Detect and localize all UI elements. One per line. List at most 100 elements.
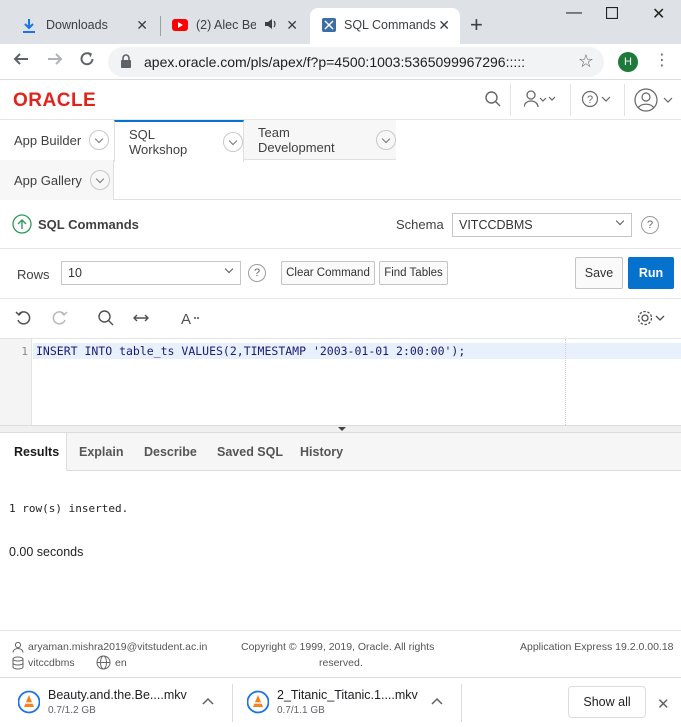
browser-tab-title: (2) Alec Ben (196, 18, 256, 32)
profile-avatar[interactable]: H (618, 52, 638, 72)
page-title: SQL Commands (38, 217, 139, 232)
schema-select[interactable]: VITCCDBMS (452, 213, 632, 237)
header-divider (510, 84, 511, 116)
download-progress: 0.7/1.1 GB (277, 705, 325, 716)
tab-team-development[interactable]: Team Development (244, 120, 396, 160)
apex-footer: aryaman.mishra2019@vitstudent.ac.in vitc… (0, 630, 681, 676)
tab-explain[interactable]: Explain (79, 433, 123, 471)
expand-width-icon[interactable] (132, 309, 150, 332)
footer-schema: vitccdbms (28, 657, 75, 669)
find-icon[interactable] (97, 309, 115, 332)
tab-label: App Gallery (14, 172, 82, 188)
tab-results[interactable]: Results (0, 433, 67, 471)
forward-icon[interactable] (46, 50, 64, 73)
minimize-icon[interactable]: — (566, 4, 582, 22)
chevron-down-icon[interactable] (376, 129, 396, 150)
download-item[interactable]: 2_Titanic_Titanic.1....mkv 0.7/1.1 GB (243, 686, 453, 720)
maximize-icon[interactable] (605, 6, 619, 24)
window-close-icon[interactable]: ✕ (652, 4, 665, 24)
rows-help-icon[interactable]: ? (248, 264, 266, 282)
rows-select[interactable]: 10 (61, 261, 241, 285)
sql-editor[interactable]: 1 INSERT INTO table_ts VALUES(2,TIMESTAM… (0, 339, 681, 425)
help-menu-icon[interactable]: ? (581, 90, 614, 111)
header-divider (624, 84, 625, 116)
chevron-down-icon[interactable] (223, 132, 243, 152)
download-item[interactable]: Beauty.and.the.Be....mkv 0.7/1.2 GB (14, 686, 224, 720)
download-divider (232, 684, 233, 722)
tab-label: Team Development (258, 124, 335, 155)
download-bar: Beauty.and.the.Be....mkv 0.7/1.2 GB 2_Ti… (0, 677, 681, 727)
tab-app-gallery[interactable]: App Gallery (0, 160, 114, 200)
tab-label: SQL Workshop (129, 127, 188, 157)
tab-divider (160, 16, 161, 36)
up-arrow-icon[interactable] (12, 214, 32, 237)
rows-label: Rows (17, 267, 50, 282)
url-text: apex.oracle.com/pls/apex/f?p=4500:1003:5… (144, 54, 526, 70)
browser-tab-sql-commands[interactable]: SQL Commands ✕ (310, 8, 460, 44)
globe-icon[interactable] (96, 655, 111, 673)
chevron-down-icon (615, 216, 625, 226)
tab-history[interactable]: History (300, 433, 343, 471)
show-all-downloads-button[interactable]: Show all (568, 686, 646, 718)
result-time: 0.00 seconds (9, 545, 84, 559)
user-icon (12, 641, 24, 656)
tab-app-builder[interactable]: App Builder (0, 120, 114, 160)
youtube-icon (172, 19, 188, 34)
close-icon[interactable]: ✕ (286, 17, 298, 34)
tab-saved-sql[interactable]: Saved SQL (217, 433, 283, 471)
footer-language[interactable]: en (115, 657, 127, 669)
svg-text:?: ? (587, 94, 593, 106)
browser-tab-title: SQL Commands (344, 18, 436, 32)
back-icon[interactable] (12, 50, 30, 73)
browser-tab-downloads[interactable]: Downloads ✕ (8, 8, 158, 44)
rows-value: 10 (68, 266, 82, 280)
footer-user: aryaman.mishra2019@vitstudent.ac.in (28, 641, 208, 653)
sql-code[interactable]: INSERT INTO table_ts VALUES(2,TIMESTAMP … (36, 344, 465, 358)
chevron-down-icon[interactable] (89, 130, 110, 150)
reload-icon[interactable] (78, 50, 96, 73)
tab-sql-workshop[interactable]: SQL Workshop (114, 120, 244, 162)
download-divider (461, 684, 462, 722)
clear-command-button[interactable]: Clear Command (281, 261, 375, 285)
find-tables-button[interactable]: Find Tables (379, 261, 448, 285)
editor-results-splitter[interactable] (0, 425, 681, 433)
footer-version: Application Express 19.2.0.00.18 (520, 641, 674, 653)
undo-icon[interactable] (15, 309, 33, 332)
oracle-logo[interactable]: ORACLE (13, 90, 96, 112)
vlc-file-icon (17, 690, 41, 717)
redo-icon[interactable] (50, 309, 68, 332)
browser-tab-youtube[interactable]: (2) Alec Ben ✕ (162, 8, 308, 44)
close-downloads-icon[interactable]: ✕ (657, 695, 670, 713)
administration-menu-icon[interactable] (523, 90, 558, 111)
browser-tab-title: Downloads (46, 18, 108, 32)
save-button[interactable]: Save (575, 257, 623, 289)
new-tab-button[interactable]: + (470, 12, 483, 38)
bookmark-star-icon[interactable]: ☆ (578, 51, 594, 72)
browser-menu-icon[interactable]: ⋮ (654, 50, 670, 70)
chevron-down-icon (224, 264, 234, 274)
editor-gutter: 1 (0, 339, 32, 425)
address-bar[interactable]: apex.oracle.com/pls/apex/f?p=4500:1003:5… (108, 47, 604, 77)
chevron-down-icon[interactable] (89, 170, 110, 190)
close-icon[interactable]: ✕ (136, 17, 148, 34)
svg-text:A: A (181, 311, 191, 327)
download-filename: 2_Titanic_Titanic.1....mkv (277, 688, 418, 702)
header-divider (570, 84, 571, 116)
collapse-arrow-icon[interactable] (338, 427, 346, 431)
schema-help-icon[interactable]: ? (641, 216, 659, 234)
run-button[interactable]: Run (628, 257, 674, 289)
autocomplete-icon[interactable]: A (181, 309, 201, 332)
search-icon[interactable] (484, 90, 502, 111)
download-progress: 0.7/1.2 GB (48, 705, 96, 716)
tab-describe[interactable]: Describe (144, 433, 197, 471)
settings-gear-icon[interactable] (636, 309, 668, 332)
chevron-up-icon[interactable] (202, 694, 214, 708)
editor-toolbar: A (0, 299, 681, 339)
print-margin (565, 339, 566, 425)
browser-toolbar: apex.oracle.com/pls/apex/f?p=4500:1003:5… (0, 44, 681, 80)
chevron-up-icon[interactable] (431, 694, 443, 708)
close-icon[interactable]: ✕ (438, 17, 450, 34)
result-message: 1 row(s) inserted. (9, 502, 129, 515)
footer-copyright-1: Copyright © 1999, 2019, Oracle. All righ… (241, 641, 435, 653)
user-menu-icon[interactable] (634, 88, 678, 115)
